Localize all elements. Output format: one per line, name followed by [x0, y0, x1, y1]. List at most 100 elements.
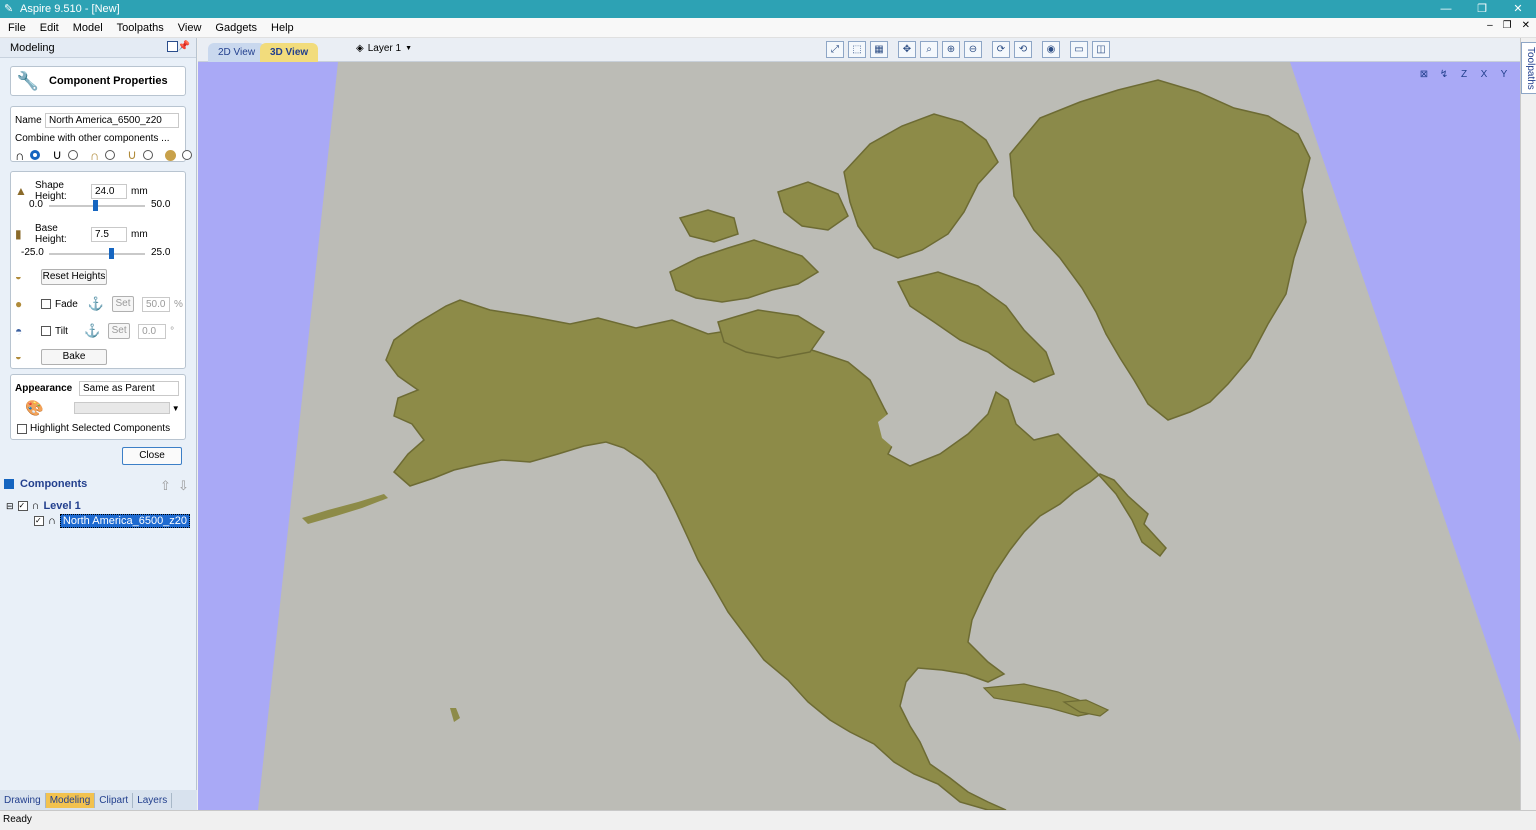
combine-add-radio[interactable] [30, 150, 41, 160]
combine-low-radio[interactable] [142, 150, 153, 160]
split-horizontal-icon[interactable]: ▭ [1070, 41, 1088, 58]
fade-checkbox[interactable] [41, 299, 51, 309]
combine-subtract-radio[interactable] [67, 150, 78, 160]
components-title: Components [20, 478, 88, 490]
window-controls: — ❐ ✕ [1428, 0, 1536, 18]
restore-icon[interactable]: ❐ [1464, 0, 1500, 18]
view-z-icon[interactable]: Z [1456, 68, 1472, 82]
tilt-anchor-icon[interactable]: ⚓ [84, 323, 100, 339]
tab-3d-view[interactable]: 3D View [260, 43, 319, 62]
menu-help[interactable]: Help [263, 22, 300, 34]
components-checkbox[interactable] [4, 479, 14, 489]
tab-drawing[interactable]: Drawing [0, 792, 46, 808]
base-min-label: -25.0 [21, 247, 44, 258]
component-properties-title: Component Properties [49, 75, 168, 87]
layer-chevron-icon: ▼ [405, 45, 412, 52]
panel-title: Modeling [10, 41, 55, 54]
tilt-set-button[interactable]: Set [108, 323, 131, 339]
appearance-select[interactable]: Same as Parent [79, 381, 179, 396]
menu-view[interactable]: View [170, 22, 208, 34]
palette-icon[interactable]: 🎨 [25, 399, 44, 417]
pin-icon[interactable]: 📌 [178, 41, 190, 52]
view-x-icon[interactable]: X [1476, 68, 1492, 82]
zoom-box-icon[interactable]: ⬚ [848, 41, 866, 58]
level-icon: ∩ [31, 500, 40, 512]
item-checkbox[interactable]: ✓ [34, 516, 44, 526]
menu-model[interactable]: Model [65, 22, 109, 34]
shape-height-slider[interactable] [49, 200, 145, 211]
view-y-icon[interactable]: Y [1496, 68, 1512, 82]
close-button[interactable]: Close [122, 447, 182, 465]
tilt-value-field[interactable]: 0.0 [138, 323, 167, 339]
name-field[interactable]: North America_6500_z20 [45, 113, 179, 128]
menu-toolpaths[interactable]: Toolpaths [109, 22, 170, 34]
move-up-icon[interactable]: ⇧ [160, 478, 171, 494]
component-icon: ∩ [48, 515, 56, 527]
menu-edit[interactable]: Edit [32, 22, 65, 34]
chevron-down-icon[interactable]: ▼ [172, 404, 180, 413]
mdi-restore-icon[interactable]: ❐ [1503, 20, 1512, 31]
shape-max-label: 50.0 [151, 199, 171, 210]
tilt-checkbox[interactable] [41, 326, 51, 336]
zoom-icon[interactable]: ⌕ [920, 41, 938, 58]
zoom-out-icon[interactable]: ⊖ [964, 41, 982, 58]
collapse-icon[interactable]: ⊟ [6, 501, 14, 512]
panel-float-icon[interactable] [167, 41, 178, 52]
combine-low-icon: ∪ [127, 147, 137, 162]
combine-mode-group: ∩ ∪ ∩ ∪ [15, 147, 192, 163]
move-down-icon[interactable]: ⇩ [178, 478, 189, 494]
bake-icon: ◒ [15, 351, 22, 363]
combine-merge-radio[interactable] [105, 150, 116, 160]
combine-label: Combine with other components ... [15, 133, 170, 144]
fade-value-field[interactable]: 50.0 [141, 296, 170, 312]
3d-viewport[interactable]: ⊠ ↯ Z X Y [198, 62, 1520, 811]
shape-height-field[interactable]: 24.0 [91, 183, 127, 199]
base-height-slider[interactable] [49, 248, 145, 259]
combine-multiply-icon [164, 149, 176, 161]
name-section: Name North America_6500_z20 Combine with… [10, 106, 192, 163]
tree-level-label[interactable]: Level 1 [43, 500, 80, 512]
tab-clipart[interactable]: Clipart [95, 792, 134, 808]
orbit-icon[interactable]: ⟲ [1014, 41, 1032, 58]
toolpaths-tab[interactable]: Toolpaths [1521, 42, 1536, 94]
grid-icon[interactable]: ▦ [870, 41, 888, 58]
shape-height-thumb[interactable] [93, 200, 99, 211]
minimize-icon[interactable]: — [1428, 0, 1464, 18]
tab-2d-view[interactable]: 2D View [208, 43, 266, 62]
shape-height-unit: mm [131, 185, 148, 197]
split-vertical-icon[interactable]: ◫ [1092, 41, 1110, 58]
zoom-extents-icon[interactable]: ⤢ [826, 41, 844, 58]
base-height-thumb[interactable] [109, 248, 115, 259]
mdi-close-icon[interactable]: ✕ [1522, 20, 1530, 31]
base-height-field[interactable]: 7.5 [91, 226, 127, 242]
view-axes-icon[interactable]: ↯ [1436, 68, 1452, 82]
zoom-in-icon[interactable]: ⊕ [942, 41, 960, 58]
mdi-controls: – ❐ ✕ [1487, 20, 1530, 31]
fade-set-button[interactable]: Set [111, 296, 134, 312]
reset-heights-button[interactable]: Reset Heights [41, 269, 107, 285]
level-checkbox[interactable]: ✓ [17, 501, 28, 511]
menu-gadgets[interactable]: Gadgets [207, 22, 263, 34]
window-title: Aspire 9.510 - [New] [20, 3, 120, 15]
appearance-color-select[interactable] [73, 402, 170, 414]
rotate-icon[interactable]: ⟳ [992, 41, 1010, 58]
view-iso-icon[interactable]: ⊠ [1416, 68, 1432, 82]
mdi-minimize-icon[interactable]: – [1487, 20, 1493, 31]
tab-modeling[interactable]: Modeling [45, 792, 96, 808]
combine-multiply-radio[interactable] [181, 150, 192, 160]
right-panel-strip: Toolpaths [1520, 38, 1536, 810]
close-icon[interactable]: ✕ [1500, 0, 1536, 18]
bake-button[interactable]: Bake [41, 349, 107, 365]
pan-icon[interactable]: ✥ [898, 41, 916, 58]
tree-item-label[interactable]: North America_6500_z20 [59, 514, 191, 528]
component-properties-header: 🔧 Component Properties [10, 66, 186, 96]
name-label: Name [15, 115, 42, 126]
highlight-checkbox[interactable] [17, 423, 27, 434]
fade-anchor-icon[interactable]: ⚓ [88, 296, 104, 312]
menu-file[interactable]: File [0, 22, 32, 34]
tab-layers[interactable]: Layers [133, 792, 173, 808]
layer-selector[interactable]: ◈ Layer 1 ▼ [356, 43, 412, 54]
view-tabs-bar: 2D View 3D View ◈ Layer 1 ▼ ⤢ ⬚ ▦ ✥ ⌕ ⊕ … [198, 38, 1520, 62]
render-icon[interactable]: ◉ [1042, 41, 1060, 58]
height-section: ▲ Shape Height: 24.0 mm 0.0 50.0 ▮ Base … [10, 171, 186, 369]
